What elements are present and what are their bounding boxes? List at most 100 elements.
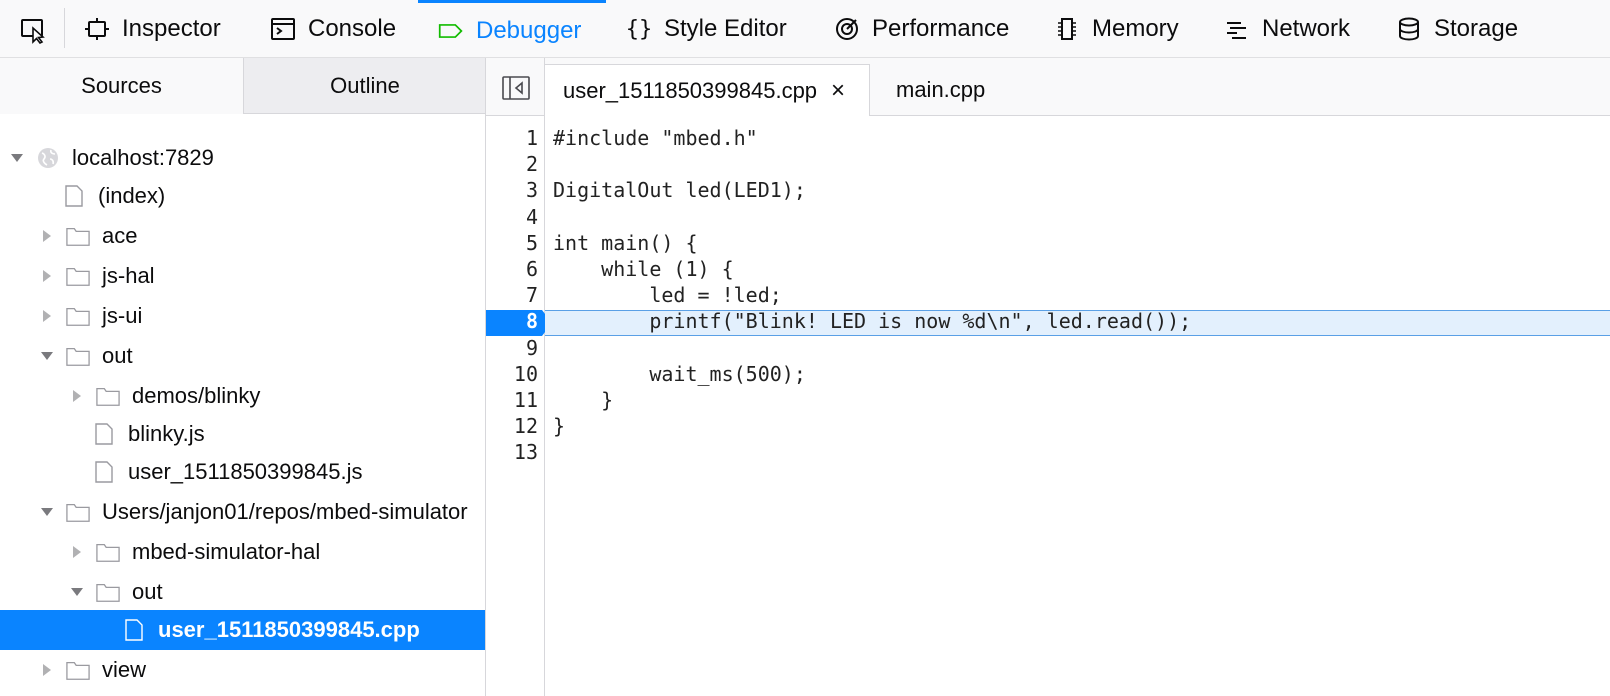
element-picker-button[interactable] xyxy=(14,12,52,48)
tree-item-label: blinky.js xyxy=(128,421,205,446)
collapsed-arrow-icon xyxy=(40,309,54,323)
code-line[interactable]: while (1) { xyxy=(553,256,733,282)
tab-console[interactable]: Console xyxy=(270,0,396,58)
file-icon xyxy=(62,184,86,208)
code-line[interactable]: led = !led; xyxy=(553,282,781,308)
file-icon xyxy=(122,618,146,642)
tab-inspector-label: Inspector xyxy=(122,15,221,42)
file-icon xyxy=(92,422,116,446)
toggle-sources-button[interactable] xyxy=(502,76,530,100)
expanded-arrow-icon xyxy=(40,505,54,519)
collapsed-arrow-icon xyxy=(70,545,84,559)
tree-item-folder[interactable]: Users/janjon01/repos/mbed-simulator xyxy=(0,492,485,532)
line-number[interactable]: 11 xyxy=(486,387,538,413)
tab-style-editor[interactable]: {} Style Editor xyxy=(626,0,787,58)
tree-item-file[interactable]: user_1511850399845.js xyxy=(0,452,485,492)
tab-memory-label: Memory xyxy=(1092,15,1179,42)
tab-performance[interactable]: Performance xyxy=(834,0,1009,58)
tree-item-label: out xyxy=(102,343,133,368)
tab-sources-label: Sources xyxy=(81,73,162,98)
tab-storage[interactable]: Storage xyxy=(1396,0,1518,58)
collapsed-arrow-icon xyxy=(40,663,54,677)
editor-tab-label: user_1511850399845.cpp xyxy=(563,77,818,103)
tree-item-label: js-ui xyxy=(102,303,143,328)
tree-item-folder[interactable]: view xyxy=(0,650,485,690)
tree-item-folder[interactable]: demos/blinky xyxy=(0,376,485,416)
tree-item-label: view xyxy=(102,657,147,682)
expanded-arrow-icon xyxy=(40,349,54,363)
tree-item-folder[interactable]: out xyxy=(0,336,485,376)
tab-sources[interactable]: Sources xyxy=(0,58,244,114)
tree-item-label: Users/janjon01/repos/mbed-simulator xyxy=(102,499,468,524)
editor-tab-active[interactable]: user_1511850399845.cpp × xyxy=(544,64,870,116)
code-line[interactable]: } xyxy=(553,413,565,439)
tab-memory[interactable]: Memory xyxy=(1054,0,1179,58)
tab-network[interactable]: Network xyxy=(1224,0,1350,58)
inspector-icon xyxy=(84,16,110,42)
code-line[interactable]: wait_ms(500); xyxy=(553,361,806,387)
line-number[interactable]: 12 xyxy=(486,413,538,439)
file-icon xyxy=(92,460,116,484)
console-icon xyxy=(270,16,296,42)
folder-icon xyxy=(66,224,90,248)
collapsed-arrow-icon xyxy=(70,389,84,403)
sources-pane: Sources Outline localhost:7829 (index) a… xyxy=(0,58,486,696)
tree-item-file-selected[interactable]: user_1511850399845.cpp xyxy=(0,610,485,650)
collapsed-arrow-icon xyxy=(40,269,54,283)
collapsed-arrow-icon xyxy=(40,229,54,243)
tree-item-label: (index) xyxy=(98,183,166,208)
code-line[interactable]: int main() { xyxy=(553,230,698,256)
editor-tab[interactable]: main.cpp xyxy=(896,64,985,116)
line-number[interactable]: 10 xyxy=(486,361,538,387)
tab-outline[interactable]: Outline xyxy=(244,58,485,114)
line-number[interactable]: 3 xyxy=(486,177,538,203)
code-line[interactable]: } xyxy=(553,387,613,413)
folder-icon xyxy=(96,384,120,408)
tree-item-file[interactable]: blinky.js xyxy=(0,414,485,454)
tab-debugger-label: Debugger xyxy=(476,16,582,44)
code-line[interactable]: printf("Blink! LED is now %d\n", led.rea… xyxy=(553,308,1191,334)
tree-item-folder[interactable]: js-ui xyxy=(0,296,485,336)
tab-performance-label: Performance xyxy=(872,15,1010,42)
tab-storage-label: Storage xyxy=(1434,15,1519,42)
toolbar-separator xyxy=(64,8,65,48)
folder-icon xyxy=(66,500,90,524)
line-number[interactable]: 7 xyxy=(486,282,538,308)
folder-icon xyxy=(66,304,90,328)
code-line[interactable]: #include "mbed.h" xyxy=(553,125,758,151)
line-number[interactable]: 13 xyxy=(486,439,538,465)
line-number[interactable]: 5 xyxy=(486,230,538,256)
tab-debugger[interactable]: Debugger xyxy=(418,0,606,58)
folder-icon xyxy=(66,344,90,368)
line-number[interactable]: 6 xyxy=(486,256,538,282)
tree-item-folder[interactable]: js-hal xyxy=(0,256,485,296)
tree-item-host[interactable]: localhost:7829 xyxy=(0,138,485,178)
tab-inspector[interactable]: Inspector xyxy=(84,0,221,58)
tab-network-label: Network xyxy=(1262,15,1351,42)
line-number-gutter[interactable]: 1 2 3 4 5 6 7 8 9 10 11 12 13 xyxy=(486,116,552,696)
sidebar-toggle-icon xyxy=(502,76,530,100)
editor-tab-bar: user_1511850399845.cpp × main.cpp xyxy=(486,58,1610,116)
expanded-arrow-icon xyxy=(70,585,84,599)
folder-icon xyxy=(96,580,120,604)
close-icon[interactable]: × xyxy=(831,77,845,105)
line-number[interactable]: 1 xyxy=(486,125,538,151)
tree-item-label: out xyxy=(132,579,163,604)
line-number[interactable]: 9 xyxy=(486,335,538,361)
tree-item-label: mbed-simulator-hal xyxy=(132,539,321,564)
globe-icon xyxy=(36,146,60,170)
line-number[interactable]: 8 xyxy=(486,308,538,334)
tree-item-folder[interactable]: out xyxy=(0,572,485,612)
code-line[interactable]: DigitalOut led(LED1); xyxy=(553,177,806,203)
tab-console-label: Console xyxy=(308,15,397,42)
line-number[interactable]: 4 xyxy=(486,204,538,230)
tree-item-file[interactable]: (index) xyxy=(0,176,485,216)
tree-item-folder[interactable]: ace xyxy=(0,216,485,256)
storage-icon xyxy=(1396,16,1422,42)
tree-item-label: ace xyxy=(102,223,138,248)
tree-item-folder[interactable]: mbed-simulator-hal xyxy=(0,532,485,572)
folder-icon xyxy=(66,264,90,288)
line-number[interactable]: 2 xyxy=(486,151,538,177)
expanded-arrow-icon xyxy=(10,151,24,165)
code-editor[interactable]: #include "mbed.h" DigitalOut led(LED1); in… xyxy=(545,116,1610,696)
